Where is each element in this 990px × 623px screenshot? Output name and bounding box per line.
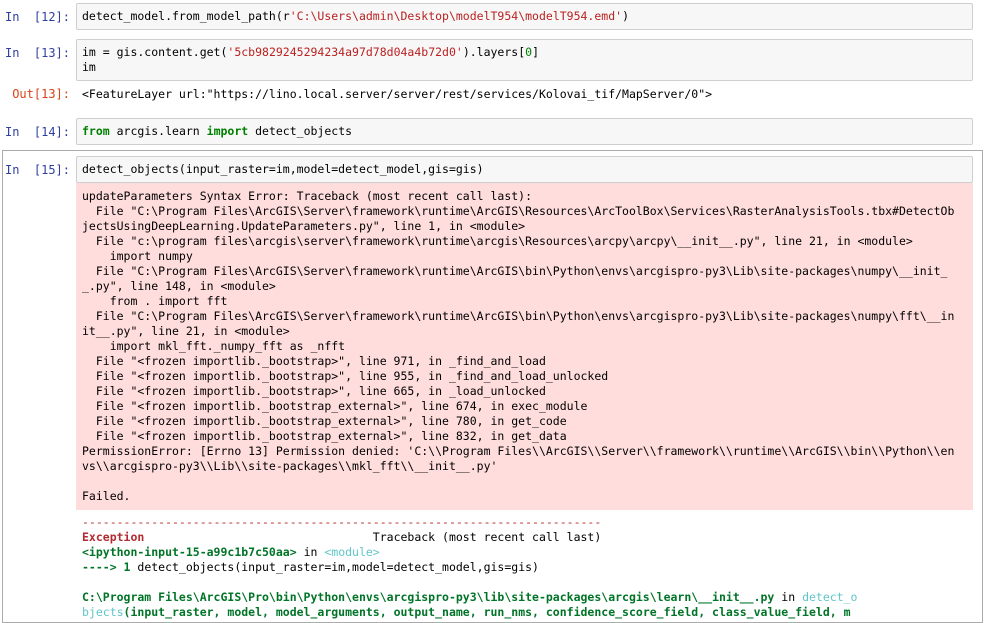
- module-ref: <module>: [324, 545, 380, 559]
- code-text: ]: [532, 45, 539, 59]
- traceback-rule: ----------------------------------------…: [82, 515, 602, 529]
- code-input[interactable]: detect_objects(input_raster=im,model=det…: [76, 156, 973, 183]
- output-prompt: Out[13]:: [12, 87, 70, 101]
- code-string: '5cb9829245294234a97d78d04a4b72d0': [227, 45, 463, 59]
- traceback-title: Traceback (most recent call last): [372, 530, 602, 544]
- function-signature: (input_raster, model, model_arguments, o…: [123, 605, 851, 619]
- stderr-line: File "<frozen importlib._bootstrap_exter…: [82, 414, 567, 428]
- code-input[interactable]: im = gis.content.get('5cb9829245294234a9…: [76, 39, 973, 81]
- traceback-path: C:\Program Files\ArcGIS\Pro\bin\Python\e…: [82, 590, 775, 604]
- stderr-line: File "C:\Program Files\ArcGIS\Server\fra…: [82, 309, 955, 323]
- input-prompt: In [13]:: [4, 46, 70, 60]
- stderr-line: vs\\arcgispro-py3\\Lib\\site-packages\\m…: [82, 459, 498, 473]
- exception-name: Exception: [82, 530, 145, 544]
- traceback-output: ----------------------------------------…: [76, 515, 973, 623]
- code-keyword: from: [82, 124, 110, 138]
- code-text: ): [622, 9, 629, 23]
- stderr-line: File "C:\Program Files\ArcGIS\Server\fra…: [82, 204, 955, 218]
- cell-15[interactable]: In [15]: detect_objects(input_raster=im,…: [0, 156, 973, 183]
- output-13: Out[13]: <FeatureLayer url:"https://lino…: [0, 80, 712, 102]
- code-text: ).layers[: [462, 45, 526, 59]
- output-text: <FeatureLayer url:"https://lino.local.se…: [82, 87, 713, 101]
- stderr-line: import mkl_fft._numpy_fft as _nfft: [82, 339, 346, 353]
- function-ref: detect_o: [802, 590, 858, 604]
- cell-12[interactable]: In [12]: detect_model.from_model_path(r'…: [0, 3, 973, 30]
- cell-13[interactable]: In [13]: im = gis.content.get('5cb982924…: [0, 39, 973, 81]
- code-text: im: [82, 60, 96, 74]
- cell-14[interactable]: In [14]: from arcgis.learn import detect…: [0, 118, 973, 145]
- input-prompt: In [15]:: [4, 163, 70, 177]
- input-prompt: In [14]:: [4, 125, 70, 139]
- stderr-line: Failed.: [82, 489, 131, 503]
- code-text: detect_objects: [248, 124, 353, 138]
- tb-text: in: [296, 545, 325, 559]
- tb-text: in: [774, 590, 803, 604]
- stderr-line: File "<frozen importlib._bootstrap>", li…: [82, 369, 609, 383]
- code-input[interactable]: detect_model.from_model_path(r'C:\Users\…: [76, 3, 973, 30]
- input-prompt: In [12]:: [4, 10, 70, 24]
- stderr-line: File "<frozen importlib._bootstrap>", li…: [82, 384, 546, 398]
- code-input[interactable]: from arcgis.learn import detect_objects: [76, 118, 973, 145]
- code-string: 'C:\Users\admin\Desktop\modelT954\modelT…: [289, 9, 623, 23]
- stderr-output: updateParameters Syntax Error: Traceback…: [76, 183, 973, 510]
- stderr-line: File "c:\program files\arcgis\server\fra…: [82, 234, 913, 248]
- stderr-line: PermissionError: [Errno 13] Permission d…: [82, 444, 955, 458]
- stderr-line: File "<frozen importlib._bootstrap>", li…: [82, 354, 546, 368]
- stderr-line: File "<frozen importlib._bootstrap_exter…: [82, 399, 588, 413]
- stderr-line: import numpy: [82, 249, 193, 263]
- stderr-line: File "<frozen importlib._bootstrap_exter…: [82, 429, 567, 443]
- stderr-line: _.py", line 148, in <module>: [82, 279, 276, 293]
- stderr-line: [82, 474, 967, 489]
- stderr-line: updateParameters Syntax Error: Traceback…: [82, 189, 533, 203]
- code-text: detect_model.from_model_path(r: [82, 9, 290, 23]
- stderr-line: jectsUsingDeepLearning.UpdateParameters.…: [82, 219, 526, 233]
- arrow-code: detect_objects(input_raster=im,model=det…: [137, 560, 539, 574]
- ipython-input-ref: <ipython-input-15-a99c1b7c50aa>: [82, 545, 297, 559]
- function-ref: bjects: [82, 605, 124, 619]
- stderr-line: from . import fft: [82, 294, 228, 308]
- arrow-marker: ----> 1: [82, 560, 138, 574]
- code-text: arcgis.learn: [109, 124, 207, 138]
- stderr-line: it__.py", line 21, in <module>: [82, 324, 290, 338]
- code-keyword: import: [206, 124, 249, 138]
- stderr-line: File "C:\Program Files\ArcGIS\Server\fra…: [82, 264, 948, 278]
- code-text: im = gis.content.get(: [82, 45, 228, 59]
